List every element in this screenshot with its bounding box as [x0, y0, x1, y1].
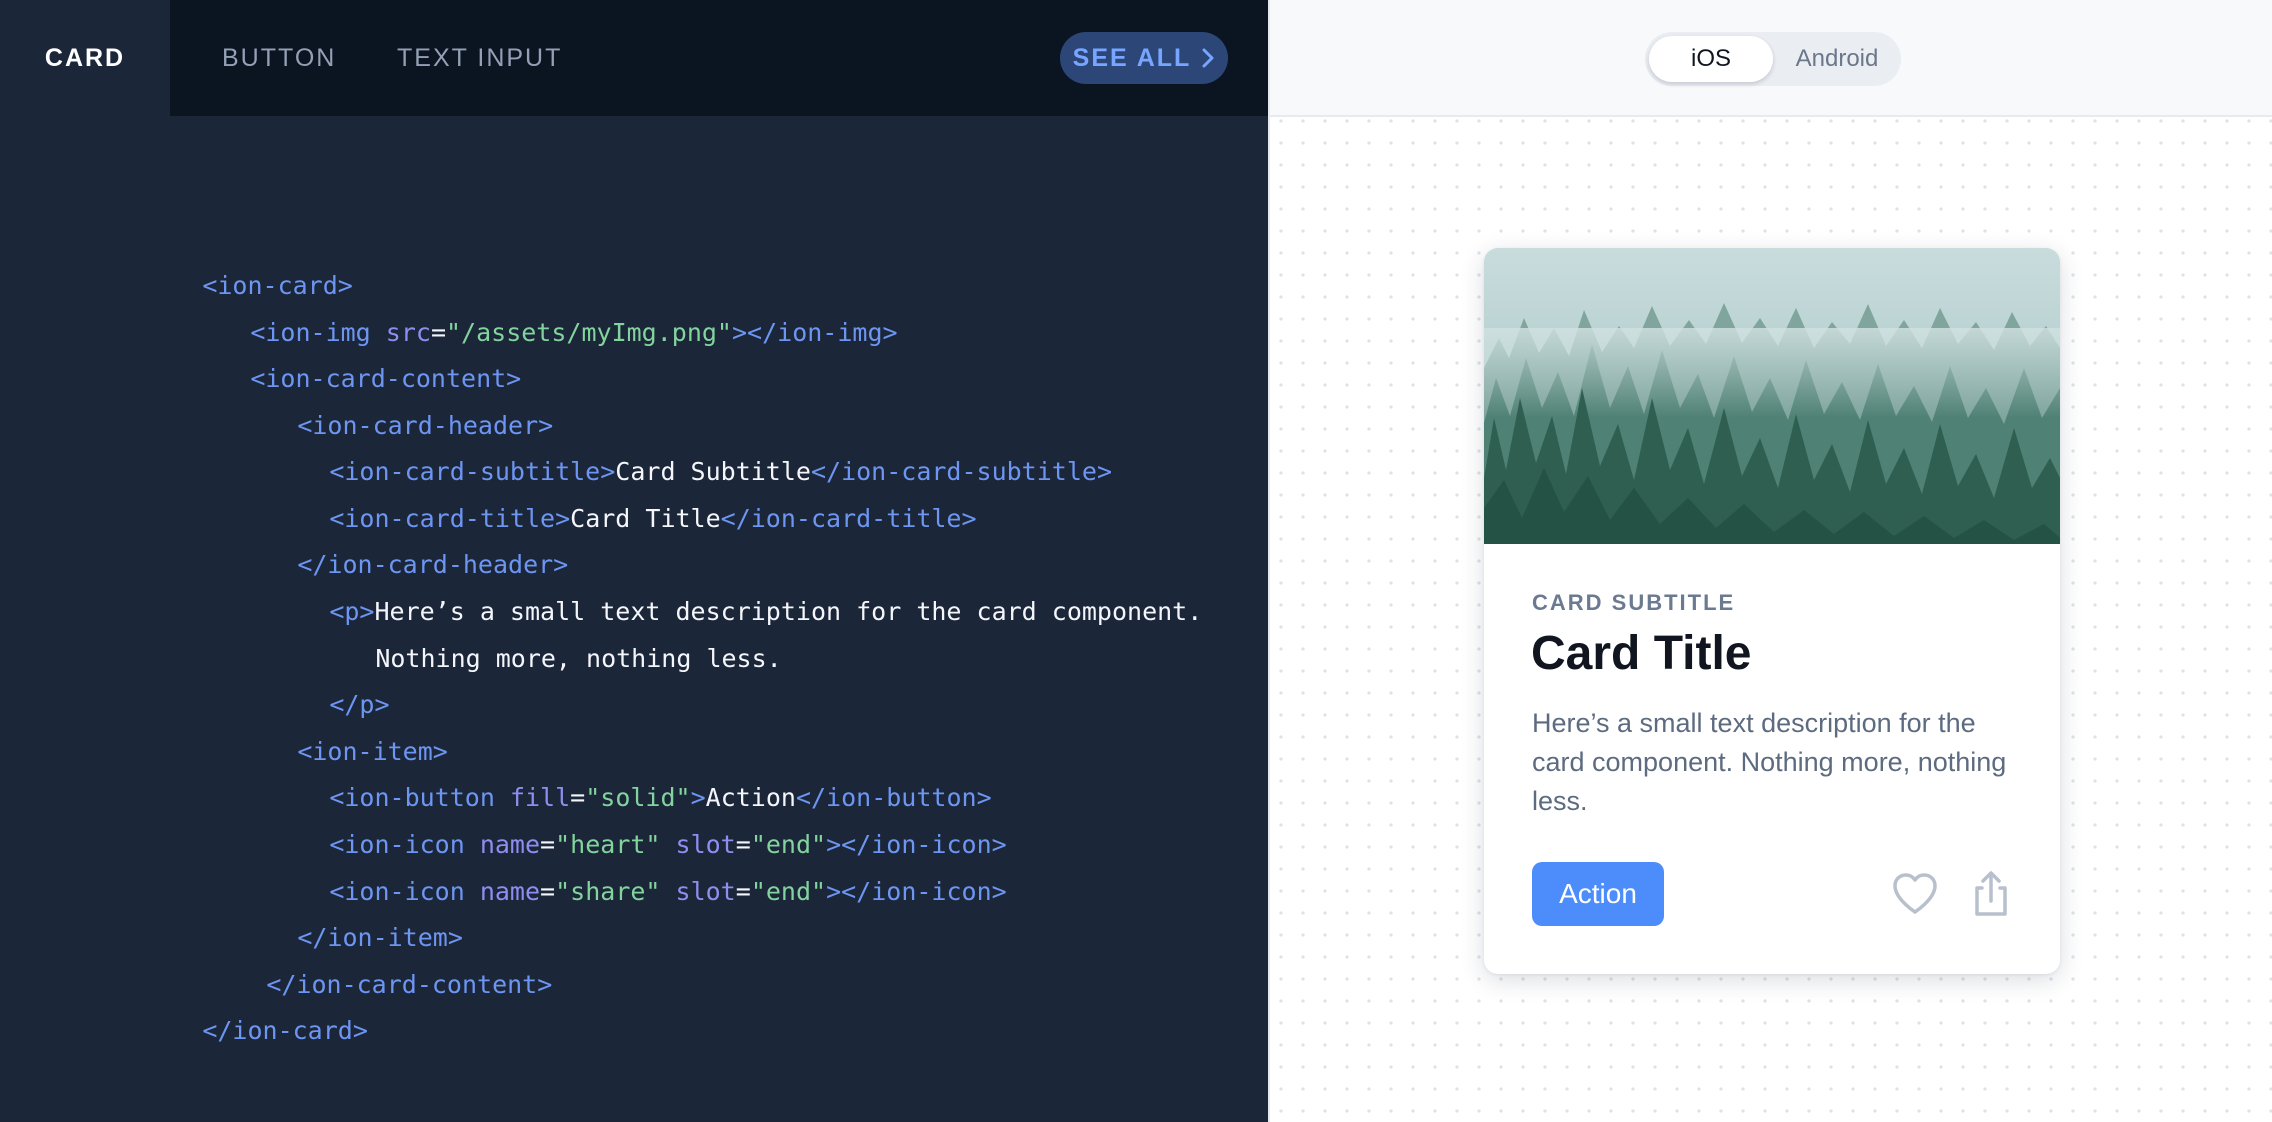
code-line: <ion-card>	[202, 271, 353, 300]
misty-forest-image	[1484, 248, 2060, 544]
code-line: <ion-card-title>Card Title</ion-card-tit…	[329, 504, 977, 533]
tab-button[interactable]: BUTTON	[222, 0, 336, 116]
code-line: <ion-card-subtitle>Card Subtitle</ion-ca…	[329, 457, 1112, 486]
see-all-label: SEE ALL	[1072, 43, 1192, 72]
action-button[interactable]: Action	[1532, 862, 1664, 926]
preview-panel: iOS Android CARD SUBTITLE Card Title Her…	[1268, 0, 2272, 1122]
see-all-button[interactable]: SEE ALL	[1060, 32, 1228, 84]
code-line: Nothing more, nothing less.	[375, 644, 782, 673]
card-subtitle: CARD SUBTITLE	[1532, 590, 1736, 615]
code-line: </p>	[329, 690, 390, 719]
component-tabbar: CARD BUTTON TEXT INPUT SEE ALL	[0, 0, 1268, 116]
code-line: </ion-item>	[297, 923, 463, 952]
code-line: <p>Here’s a small text description for t…	[329, 597, 1203, 626]
code-line: <ion-card-content>	[250, 364, 522, 393]
code-line: <ion-icon name="share" slot="end"></ion-…	[329, 877, 1007, 906]
code-line: <ion-img src="/assets/myImg.png"></ion-i…	[250, 318, 898, 347]
preview-card: CARD SUBTITLE Card Title Here’s a small …	[1484, 248, 2060, 974]
tab-card[interactable]: CARD	[0, 0, 170, 116]
code-line: <ion-card-header>	[297, 411, 554, 440]
code-line: </ion-card-content>	[266, 970, 553, 999]
code-line: </ion-card>	[202, 1016, 368, 1045]
share-icon[interactable]	[1965, 868, 2017, 920]
platform-toggle: iOS Android	[1645, 32, 1901, 86]
preview-header: iOS Android	[1270, 0, 2272, 117]
platform-option-ios[interactable]: iOS	[1649, 36, 1773, 82]
card-title: Card Title	[1531, 627, 1752, 680]
code-panel: CARD BUTTON TEXT INPUT SEE ALL <ion-card…	[0, 0, 1268, 1122]
code-line: <ion-item>	[297, 737, 448, 766]
code-line: <ion-icon name="heart" slot="end"></ion-…	[329, 830, 1007, 859]
platform-option-android[interactable]: Android	[1777, 36, 1897, 82]
code-line: <ion-button fill="solid">Action</ion-but…	[329, 783, 992, 812]
chevron-right-icon	[1202, 48, 1214, 68]
card-description: Here’s a small text description for the …	[1532, 708, 2007, 816]
tab-text-input[interactable]: TEXT INPUT	[397, 0, 562, 116]
code-line: </ion-card-header>	[297, 550, 569, 579]
heart-outline-icon[interactable]	[1889, 868, 1941, 920]
